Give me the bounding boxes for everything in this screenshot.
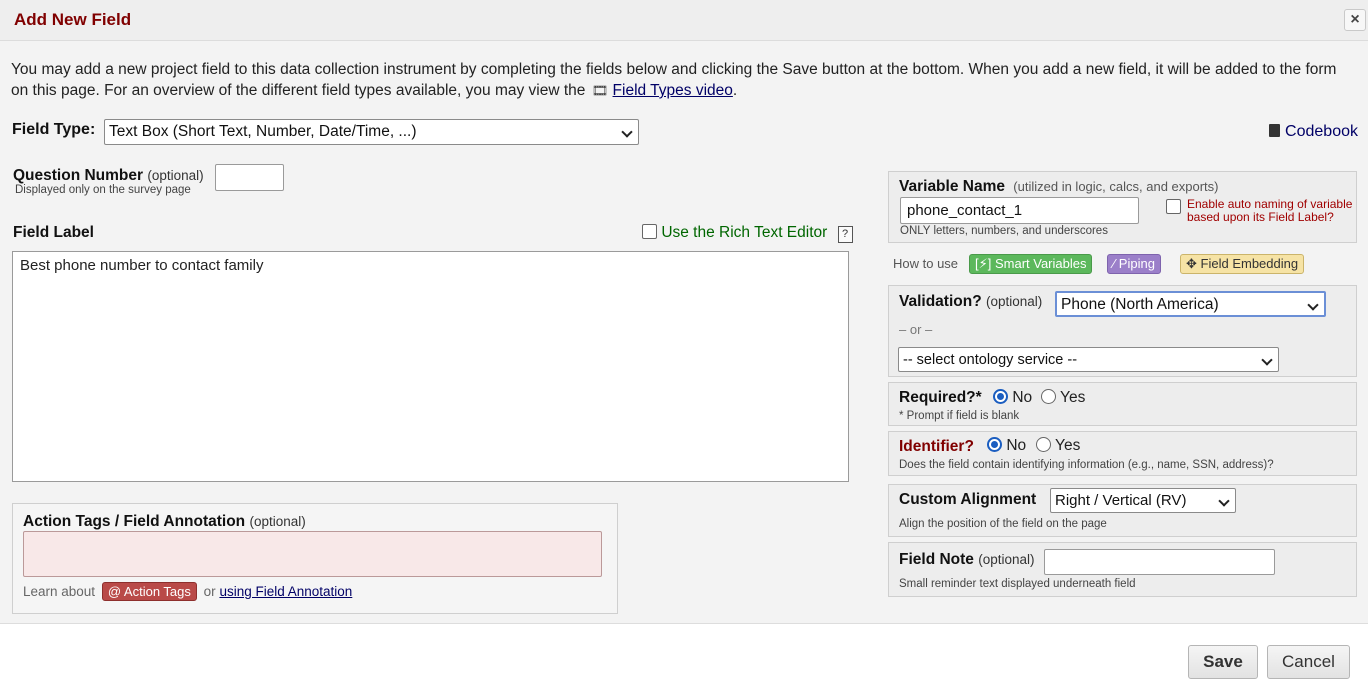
auto-naming-label: Enable auto naming of variable based upo…	[1187, 197, 1353, 224]
rich-text-editor-toggle[interactable]: Use the Rich Text Editor ?	[642, 224, 853, 243]
dialog-footer: Save Cancel	[0, 623, 1368, 688]
save-button[interactable]: Save	[1188, 645, 1258, 679]
identifier-label: Identifier?	[899, 438, 974, 455]
field-note-label: Field Note (optional)	[899, 551, 1035, 569]
required-no-label: No	[1012, 389, 1033, 406]
ontology-value: -- select ontology service --	[903, 352, 1078, 368]
intro-text: You may add a new project field to this …	[11, 59, 1356, 101]
question-number-label-text: Question Number	[13, 167, 144, 184]
help-icon[interactable]: ?	[837, 226, 853, 243]
variable-name-hint: (utilized in logic, calcs, and exports)	[1013, 179, 1219, 194]
variable-name-panel: Variable Name (utilized in logic, calcs,…	[888, 171, 1357, 243]
chevron-down-icon	[621, 126, 633, 138]
codebook-label: Codebook	[1285, 123, 1358, 140]
validation-optional: (optional)	[986, 294, 1043, 309]
move-icon: ✥	[1186, 256, 1197, 271]
auto-naming-checkbox[interactable]	[1166, 199, 1181, 214]
codebook-link[interactable]: Codebook	[1269, 123, 1358, 141]
action-tags-label-text: Action Tags / Field Annotation	[23, 513, 246, 530]
dialog-titlebar: Add New Field ×	[0, 0, 1368, 41]
action-tags-optional: (optional)	[249, 514, 306, 529]
alignment-value: Right / Vertical (RV)	[1055, 492, 1187, 509]
variable-name-sub: ONLY letters, numbers, and underscores	[900, 225, 1108, 237]
identifier-sub: Does the field contain identifying infor…	[899, 459, 1274, 471]
close-icon[interactable]: ×	[1344, 9, 1366, 31]
or-text: or	[203, 584, 216, 599]
field-note-panel: Field Note (optional) Small reminder tex…	[888, 542, 1357, 597]
identifier-yes-option[interactable]: Yes	[1036, 437, 1080, 455]
required-yes-option[interactable]: Yes	[1041, 389, 1085, 407]
identifier-no-option[interactable]: No	[987, 437, 1026, 455]
question-number-optional: (optional)	[147, 168, 204, 183]
how-to-use-label: How to use	[893, 256, 959, 271]
piping-button[interactable]: ⁄ Piping	[1107, 254, 1161, 274]
required-no-radio[interactable]	[993, 389, 1008, 404]
variable-name-input[interactable]: phone_contact_1	[900, 197, 1139, 224]
required-label: Required?*	[899, 389, 982, 406]
alignment-select[interactable]: Right / Vertical (RV)	[1050, 488, 1236, 513]
question-number-input[interactable]	[215, 164, 284, 191]
field-note-label-text: Field Note	[899, 551, 974, 568]
identifier-panel: Identifier? No Yes Does the field contai…	[888, 431, 1357, 476]
required-yes-label: Yes	[1060, 389, 1086, 406]
identifier-no-radio[interactable]	[987, 437, 1002, 452]
validation-or: – or –	[899, 322, 933, 337]
validation-label-text: Validation?	[899, 293, 982, 310]
wand-icon: ⁄	[1113, 256, 1116, 271]
field-label-label: Field Label	[13, 224, 94, 241]
identifier-yes-radio[interactable]	[1036, 437, 1051, 452]
alignment-label: Custom Alignment	[899, 491, 1037, 508]
action-tags-panel: Action Tags / Field Annotation (optional…	[12, 503, 618, 614]
learn-about-text: Learn about	[23, 584, 96, 599]
field-note-input[interactable]	[1044, 549, 1275, 575]
book-icon	[1269, 124, 1281, 137]
variable-name-label-text: Variable Name	[899, 178, 1005, 195]
validation-panel: Validation? (optional) Phone (North Amer…	[888, 285, 1357, 377]
rich-text-label: Use the Rich Text Editor	[661, 224, 828, 241]
required-panel: Required?* No Yes * Prompt if field is b…	[888, 382, 1357, 426]
dialog-title: Add New Field	[14, 10, 132, 29]
question-number-label: Question Number (optional)	[13, 167, 204, 185]
required-sub: * Prompt if field is blank	[899, 410, 1020, 422]
required-yes-radio[interactable]	[1041, 389, 1056, 404]
field-embedding-label: Field Embedding	[1200, 256, 1299, 271]
action-tags-label: Action Tags / Field Annotation (optional…	[23, 513, 306, 531]
alignment-sub: Align the position of the field on the p…	[899, 518, 1107, 530]
piping-label: Piping	[1118, 256, 1155, 271]
intro-text-end: .	[732, 82, 738, 99]
field-type-value: Text Box (Short Text, Number, Date/Time,…	[109, 123, 417, 140]
field-annotation-link[interactable]: using Field Annotation	[219, 584, 352, 599]
field-note-sub: Small reminder text displayed underneath…	[899, 578, 1136, 590]
validation-label: Validation? (optional)	[899, 293, 1042, 311]
field-label-textarea[interactable]: Best phone number to contact family	[12, 251, 849, 482]
action-tags-input[interactable]	[23, 531, 602, 577]
field-note-optional: (optional)	[978, 552, 1035, 567]
identifier-yes-label: Yes	[1055, 437, 1081, 454]
film-icon: 🎞	[591, 83, 609, 98]
chevron-down-icon	[1218, 495, 1230, 507]
action-tags-button[interactable]: @ Action Tags	[101, 582, 197, 601]
action-tags-learn: Learn about @ Action Tags or using Field…	[23, 582, 352, 601]
field-type-select[interactable]: Text Box (Short Text, Number, Date/Time,…	[104, 119, 639, 145]
cancel-button[interactable]: Cancel	[1267, 645, 1350, 679]
required-no-option[interactable]: No	[993, 389, 1032, 407]
identifier-no-label: No	[1006, 437, 1027, 454]
field-embedding-button[interactable]: ✥ Field Embedding	[1180, 254, 1305, 274]
rich-text-checkbox[interactable]	[642, 224, 657, 239]
validation-select[interactable]: Phone (North America)	[1055, 291, 1326, 317]
chevron-down-icon	[1261, 354, 1273, 366]
variable-name-label: Variable Name (utilized in logic, calcs,…	[899, 178, 1219, 196]
question-number-sub: Displayed only on the survey page	[15, 184, 191, 196]
field-types-video-link[interactable]: Field Types video	[613, 82, 733, 99]
validation-value: Phone (North America)	[1061, 296, 1219, 313]
ontology-select[interactable]: -- select ontology service --	[898, 347, 1279, 372]
smart-variables-button[interactable]: [⚡] Smart Variables	[969, 254, 1093, 274]
alignment-panel: Custom Alignment Right / Vertical (RV) A…	[888, 484, 1357, 537]
field-type-label: Field Type:	[12, 121, 96, 138]
chevron-down-icon	[1307, 299, 1319, 311]
